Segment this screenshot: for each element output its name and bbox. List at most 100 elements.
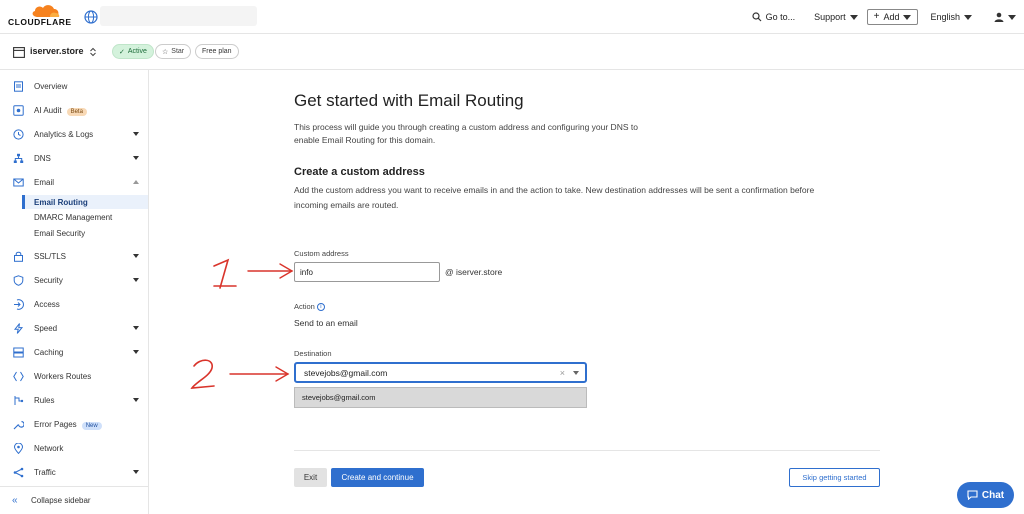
annotation-number-1	[213, 258, 294, 289]
sidebar-item-rules[interactable]: Rules	[0, 392, 148, 408]
sidebar-item-analytics[interactable]: Analytics & Logs	[0, 126, 148, 142]
envelope-icon	[13, 178, 24, 186]
chevron-down-icon	[133, 156, 139, 160]
sidebar-item-label: Traffic	[34, 467, 56, 477]
location-pin-icon	[13, 442, 24, 454]
server-stack-icon	[13, 347, 24, 357]
info-icon[interactable]: i	[316, 303, 325, 312]
beta-badge: Beta	[66, 107, 87, 116]
plan-badge[interactable]: Free plan	[195, 44, 239, 59]
sidebar-item-label: AI Audit Beta	[34, 106, 87, 116]
sidebar-item-label: Overview	[34, 81, 68, 91]
rules-icon	[14, 395, 24, 405]
sidebar-subitem-email-security[interactable]: Email Security	[34, 229, 85, 238]
sidebar-item-overview[interactable]: Overview	[0, 78, 148, 94]
top-navigation-bar: CLOUDFLARE Go to... Support + Add Englis…	[0, 0, 1024, 34]
lightning-icon	[13, 322, 24, 334]
browser-window-icon	[13, 47, 25, 58]
sidebar: Overview AI Audit Beta Analytics & Logs D…	[0, 70, 149, 514]
sidebar-item-network[interactable]: Network	[0, 440, 148, 456]
language-label: English	[930, 12, 960, 22]
zone-header: iserver.store ✓ Active ☆ Star Free plan	[0, 34, 1024, 70]
sidebar-item-security[interactable]: Security	[0, 272, 148, 288]
custom-address-input[interactable]: info	[294, 262, 440, 282]
sidebar-item-label: Analytics & Logs	[34, 129, 94, 139]
globe-icon[interactable]	[84, 10, 98, 24]
star-icon: ☆	[162, 48, 169, 56]
chevron-down-icon	[133, 398, 139, 402]
plan-label: Free plan	[202, 48, 232, 55]
collapse-sidebar-label: Collapse sidebar	[31, 496, 91, 505]
clear-icon[interactable]: ×	[560, 368, 565, 378]
sidebar-item-error-pages[interactable]: Error Pages New	[0, 416, 148, 432]
sidebar-item-label: Rules	[34, 395, 55, 405]
chevron-down-icon	[903, 14, 912, 20]
section-desc-line-1: Add the custom address you want to recei…	[294, 185, 815, 195]
sidebar-item-label: Email	[34, 177, 55, 187]
annotation-number-2	[190, 359, 290, 389]
traffic-icon	[13, 467, 24, 477]
ai-audit-icon	[13, 104, 24, 116]
network-tree-icon	[13, 153, 24, 163]
exit-button[interactable]: Exit	[294, 468, 327, 487]
sidebar-item-caching[interactable]: Caching	[0, 344, 148, 360]
sidebar-item-label: SSL/TLS	[34, 251, 67, 261]
chevron-down-icon	[133, 470, 139, 474]
wrench-icon	[13, 420, 24, 429]
destination-option[interactable]: stevejobs@gmail.com	[294, 387, 587, 408]
sidebar-item-dns[interactable]: DNS	[0, 150, 148, 166]
sidebar-item-workers-routes[interactable]: Workers Routes	[0, 368, 148, 384]
domain-suffix: @ iserver.store	[445, 267, 503, 277]
sidebar-item-email[interactable]: Email	[0, 174, 148, 190]
status-badge: ✓ Active	[112, 44, 154, 59]
chevron-down-icon	[133, 326, 139, 330]
section-title: Create a custom address	[294, 166, 425, 178]
chevron-down-icon	[133, 132, 139, 136]
chevron-down-icon	[133, 350, 139, 354]
access-icon	[14, 298, 24, 310]
support-menu[interactable]: Support	[814, 12, 858, 22]
status-label: Active	[127, 48, 147, 55]
switch-zone-icon[interactable]	[89, 47, 97, 57]
sidebar-item-label: Speed	[34, 323, 58, 333]
cloud-logo-icon	[32, 5, 60, 17]
sidebar-subitem-dmarc[interactable]: DMARC Management	[34, 213, 112, 222]
chevron-down-icon	[964, 14, 972, 20]
sidebar-item-access[interactable]: Access	[0, 296, 148, 312]
sidebar-subitem-email-routing[interactable]: Email Routing	[22, 195, 148, 209]
create-and-continue-button[interactable]: Create and continue	[331, 468, 424, 487]
sidebar-item-label: Caching	[34, 347, 64, 357]
language-menu[interactable]: English	[930, 12, 972, 22]
sidebar-item-label: Security	[34, 275, 63, 285]
sidebar-item-label: Access	[34, 299, 60, 309]
zone-name[interactable]: iserver.store	[30, 46, 84, 56]
chevron-down-icon[interactable]	[573, 371, 579, 375]
sidebar-item-label: Error Pages New	[34, 420, 102, 430]
sidebar-item-ssl-tls[interactable]: SSL/TLS	[0, 248, 148, 264]
chevron-down-icon	[133, 254, 139, 258]
lock-icon	[14, 251, 23, 262]
section-desc-line-2: incoming emails are routed.	[294, 200, 399, 210]
intro-text-line-1: This process will guide you through crea…	[294, 122, 638, 132]
support-label: Support	[814, 12, 846, 22]
destination-select[interactable]: stevejobs@gmail.com ×	[294, 362, 587, 383]
add-button[interactable]: + Add	[866, 9, 919, 25]
sidebar-item-ai-audit[interactable]: AI Audit Beta	[0, 102, 148, 118]
chevron-up-icon	[133, 180, 139, 184]
star-label: Star	[171, 48, 185, 55]
sidebar-item-speed[interactable]: Speed	[0, 320, 148, 336]
custom-address-label: Custom address	[294, 249, 349, 258]
goto-button[interactable]: Go to...	[751, 12, 795, 22]
chat-button[interactable]: Chat	[957, 482, 1014, 508]
sidebar-item-traffic[interactable]: Traffic	[0, 464, 148, 480]
skip-getting-started-button[interactable]: Skip getting started	[789, 468, 880, 487]
collapse-sidebar-button[interactable]: « Collapse sidebar	[0, 486, 148, 514]
shield-icon	[13, 274, 24, 286]
user-icon	[994, 12, 1004, 22]
cloudflare-logo[interactable]: CLOUDFLARE	[8, 4, 74, 28]
user-menu[interactable]	[994, 12, 1016, 22]
intro-text-line-2: enable Email Routing for this domain.	[294, 135, 436, 145]
star-button[interactable]: ☆ Star	[155, 44, 192, 59]
document-icon	[14, 80, 23, 92]
account-selector[interactable]	[100, 6, 257, 26]
